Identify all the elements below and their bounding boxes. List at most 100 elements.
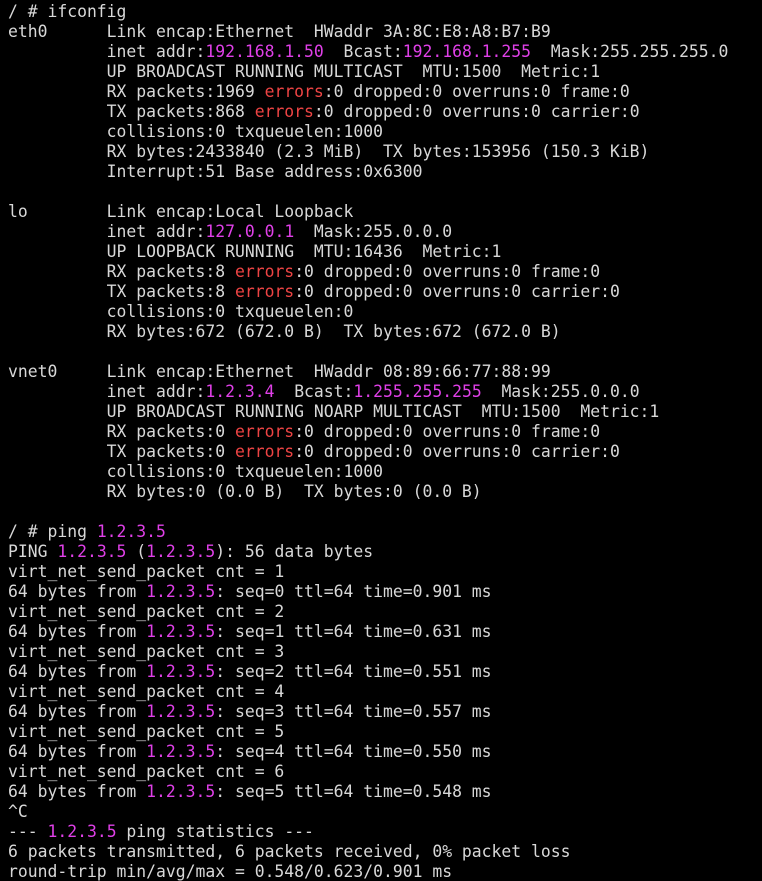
error-keyword-text: errors [234, 262, 295, 281]
terminal-text: :0 dropped:0 overruns:0 frame:0 [294, 422, 601, 441]
terminal-line: round-trip min/avg/max = 0.548/0.623/0.9… [8, 862, 762, 881]
terminal-line: 64 bytes from 1.2.3.5: seq=1 ttl=64 time… [8, 622, 762, 642]
terminal-text: :0 dropped:0 overruns:0 carrier:0 [313, 102, 640, 121]
terminal-text: : seq=4 ttl=64 time=0.550 ms [215, 742, 492, 761]
terminal-text: inet addr: [8, 222, 206, 241]
terminal-line: inet addr:192.168.1.50 Bcast:192.168.1.2… [8, 42, 762, 62]
ip-address-text: 192.168.1.50 [205, 42, 324, 61]
terminal-text: virt_net_send_packet cnt = 6 [8, 762, 285, 781]
terminal-line: 64 bytes from 1.2.3.5: seq=3 ttl=64 time… [8, 702, 762, 722]
terminal-text: RX bytes:0 (0.0 B) TX bytes:0 (0.0 B) [8, 482, 482, 501]
terminal-text: ( [126, 542, 147, 561]
terminal-line: virt_net_send_packet cnt = 1 [8, 562, 762, 582]
terminal-text: Mask:255.0.0.0 [294, 222, 453, 241]
terminal-line: collisions:0 txqueuelen:1000 [8, 122, 762, 142]
terminal-text: 64 bytes from [8, 742, 147, 761]
terminal-line: 64 bytes from 1.2.3.5: seq=2 ttl=64 time… [8, 662, 762, 682]
terminal-text: vnet0 Link encap:Ethernet HWaddr 08:89:6… [8, 362, 551, 381]
terminal-text: :0 dropped:0 overruns:0 frame:0 [294, 262, 601, 281]
terminal-text: 64 bytes from [8, 662, 147, 681]
terminal-text: PING [8, 542, 58, 561]
terminal-text: :0 dropped:0 overruns:0 carrier:0 [294, 282, 620, 301]
terminal-line: / # ifconfig [8, 2, 762, 22]
ip-address-text: 1.255.255.255 [353, 382, 482, 401]
ip-address-text: 1.2.3.5 [96, 522, 166, 541]
terminal-text: RX packets:8 [8, 262, 235, 281]
terminal-text: 64 bytes from [8, 702, 147, 721]
ip-address-text: 192.168.1.255 [402, 42, 532, 61]
terminal-text: collisions:0 txqueuelen:0 [8, 302, 354, 321]
terminal-text: UP BROADCAST RUNNING MULTICAST MTU:1500 … [8, 62, 601, 81]
terminal-line: inet addr:127.0.0.1 Mask:255.0.0.0 [8, 222, 762, 242]
terminal-text: inet addr: [8, 42, 206, 61]
terminal-line: virt_net_send_packet cnt = 4 [8, 682, 762, 702]
terminal-text: inet addr: [8, 382, 206, 401]
terminal-text: Bcast: [274, 382, 354, 401]
terminal-line: virt_net_send_packet cnt = 5 [8, 722, 762, 742]
terminal-line: virt_net_send_packet cnt = 2 [8, 602, 762, 622]
terminal-text: virt_net_send_packet cnt = 3 [8, 642, 285, 661]
terminal-line: eth0 Link encap:Ethernet HWaddr 3A:8C:E8… [8, 22, 762, 42]
ip-address-text: 1.2.3.5 [146, 582, 216, 601]
terminal-text: ^C [8, 802, 28, 821]
terminal-text: virt_net_send_packet cnt = 1 [8, 562, 285, 581]
error-keyword-text: errors [234, 442, 295, 461]
ip-address-text: 127.0.0.1 [205, 222, 295, 241]
terminal-line: 6 packets transmitted, 6 packets receive… [8, 842, 762, 862]
terminal-line: inet addr:1.2.3.4 Bcast:1.255.255.255 Ma… [8, 382, 762, 402]
error-keyword-text: errors [234, 422, 295, 441]
terminal-line: virt_net_send_packet cnt = 6 [8, 762, 762, 782]
terminal-line: RX packets:1969 errors:0 dropped:0 overr… [8, 82, 762, 102]
terminal-text: TX packets:8 [8, 282, 235, 301]
terminal-line: UP LOOPBACK RUNNING MTU:16436 Metric:1 [8, 242, 762, 262]
terminal-text: TX packets:868 [8, 102, 255, 121]
error-keyword-text: errors [254, 102, 314, 121]
terminal-line: Interrupt:51 Base address:0x6300 [8, 162, 762, 182]
terminal-line: RX bytes:0 (0.0 B) TX bytes:0 (0.0 B) [8, 482, 762, 502]
terminal-line: 64 bytes from 1.2.3.5: seq=4 ttl=64 time… [8, 742, 762, 762]
ip-address-text: 1.2.3.4 [205, 382, 275, 401]
terminal-text: collisions:0 txqueuelen:1000 [8, 122, 383, 141]
terminal-line: 64 bytes from 1.2.3.5: seq=0 ttl=64 time… [8, 582, 762, 602]
terminal-text: ): 56 data bytes [215, 542, 374, 561]
terminal-text: 64 bytes from [8, 782, 147, 801]
terminal-line: vnet0 Link encap:Ethernet HWaddr 08:89:6… [8, 362, 762, 382]
terminal-text: RX bytes:2433840 (2.3 MiB) TX bytes:1539… [8, 142, 650, 161]
terminal-line: RX bytes:672 (672.0 B) TX bytes:672 (672… [8, 322, 762, 342]
terminal-line: collisions:0 txqueuelen:1000 [8, 462, 762, 482]
terminal-text: : seq=3 ttl=64 time=0.557 ms [215, 702, 492, 721]
terminal-text: / # ifconfig [8, 2, 127, 21]
error-keyword-text: errors [234, 282, 295, 301]
terminal-text: :0 dropped:0 overruns:0 frame:0 [323, 82, 630, 101]
ip-address-text: 1.2.3.5 [57, 542, 127, 561]
terminal-text: lo Link encap:Local Loopback [8, 202, 354, 221]
ip-address-text: 1.2.3.5 [146, 662, 216, 681]
terminal-line: RX packets:8 errors:0 dropped:0 overruns… [8, 262, 762, 282]
terminal-text: TX packets:0 [8, 442, 235, 461]
terminal-text: round-trip min/avg/max = 0.548/0.623/0.9… [8, 862, 453, 881]
ip-address-text: 1.2.3.5 [146, 542, 216, 561]
terminal-text: RX packets:0 [8, 422, 235, 441]
terminal-text: : seq=0 ttl=64 time=0.901 ms [215, 582, 492, 601]
terminal-output[interactable]: / # ifconfig eth0 Link encap:Ethernet HWa… [0, 0, 762, 881]
terminal-line: TX packets:868 errors:0 dropped:0 overru… [8, 102, 762, 122]
terminal-text: : seq=1 ttl=64 time=0.631 ms [215, 622, 492, 641]
terminal-text: : seq=2 ttl=64 time=0.551 ms [215, 662, 492, 681]
terminal-text: UP BROADCAST RUNNING NOARP MULTICAST MTU… [8, 402, 660, 421]
terminal-line: / # ping 1.2.3.5 [8, 522, 762, 542]
terminal-text: RX packets:1969 [8, 82, 265, 101]
terminal-text: / # ping [8, 522, 97, 541]
terminal-line: virt_net_send_packet cnt = 3 [8, 642, 762, 662]
terminal-text: RX bytes:672 (672.0 B) TX bytes:672 (672… [8, 322, 561, 341]
terminal-text: virt_net_send_packet cnt = 4 [8, 682, 285, 701]
terminal-text: Mask:255.0.0.0 [481, 382, 640, 401]
terminal-line: TX packets:0 errors:0 dropped:0 overruns… [8, 442, 762, 462]
terminal-text: --- [8, 822, 48, 841]
terminal-line: UP BROADCAST RUNNING MULTICAST MTU:1500 … [8, 62, 762, 82]
terminal-text: 64 bytes from [8, 582, 147, 601]
terminal-line: RX bytes:2433840 (2.3 MiB) TX bytes:1539… [8, 142, 762, 162]
terminal-text: Mask:255.255.255.0 [531, 42, 729, 61]
